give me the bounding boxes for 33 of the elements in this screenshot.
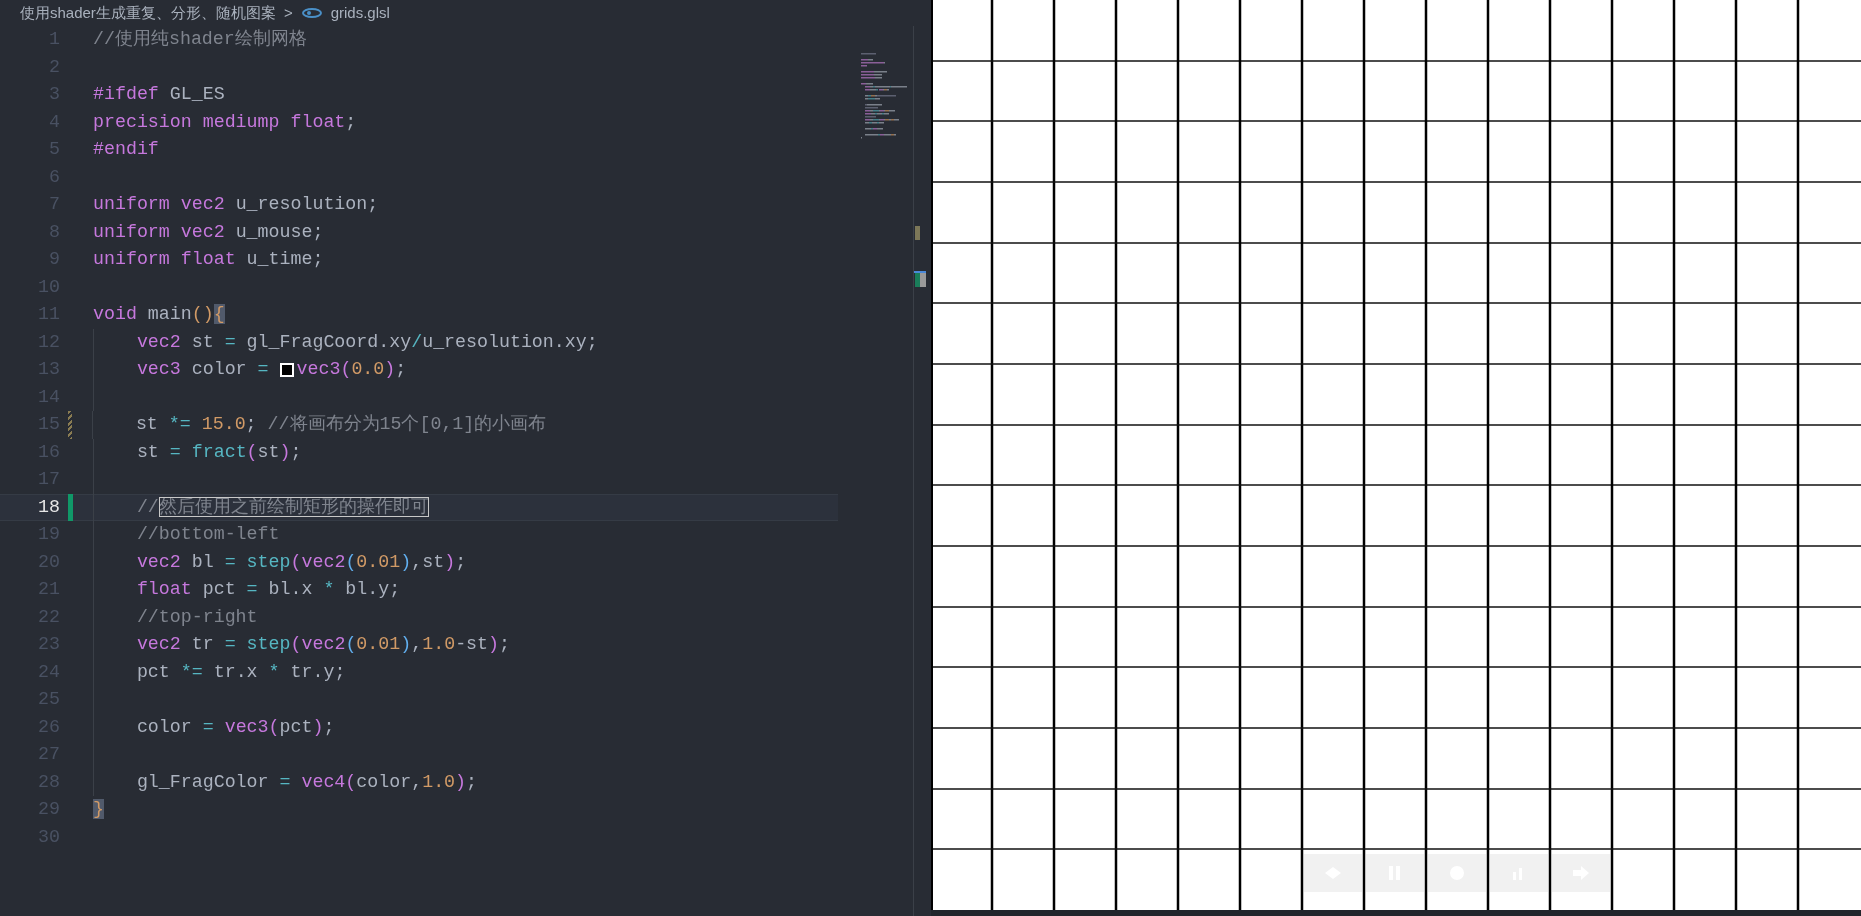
code-line: float pct = bl.x * bl.y; (136, 578, 401, 602)
code-line: //然后使用之前绘制矩形的操作即可 (136, 495, 429, 519)
code-line: vec3(0.0); (296, 358, 407, 382)
code-line: color = vec3(pct); (136, 715, 335, 739)
code-line: //bottom-left (136, 523, 280, 547)
code-line: uniform float u_time; (93, 248, 324, 272)
code-line: vec2 st = gl_FragCoord.xy/u_resolution.xy; (136, 330, 598, 354)
code-line: void main(){ (93, 303, 225, 327)
code-line: precision mediump float; (93, 110, 357, 134)
breadcrumb-file[interactable]: grids.glsl (300, 1, 390, 25)
code-line: #ifdef GL_ES (93, 83, 225, 107)
code-line: st *= 15.0; //将画布分为15个[0,1]的小画布 (135, 413, 547, 437)
pause-button[interactable] (1366, 854, 1424, 892)
code-line: uniform vec2 u_resolution; (93, 193, 379, 217)
breadcrumb-folder[interactable]: 使用shader生成重复、分形、随机图案 (20, 1, 276, 25)
code-line: vec2 bl = step(vec2(0.01),st); (136, 550, 467, 574)
code-line: //使用纯shader绘制网格 (93, 28, 307, 52)
rewind-button[interactable] (1304, 854, 1362, 892)
code-line: //top-right (136, 605, 258, 629)
file-icon (300, 7, 323, 19)
code-line: uniform vec2 u_mouse; (93, 220, 324, 244)
code-line: vec3 color = (136, 358, 270, 382)
code-line: #endif (93, 138, 159, 162)
code-line: pct *= tr.x * tr.y; (136, 660, 346, 684)
record-button[interactable] (1428, 854, 1486, 892)
breadcrumb-separator: > (283, 2, 293, 23)
bar-chart-button[interactable] (1490, 854, 1548, 892)
color-swatch-icon[interactable] (279, 362, 294, 377)
code-line: gl_FragColor = vec4(color,1.0); (136, 770, 478, 794)
code-line: st = fract(st); (136, 440, 302, 464)
code-line: vec2 tr = step(vec2(0.01),1.0-st); (136, 633, 511, 657)
line-number: 18 (37, 495, 60, 519)
forward-button[interactable] (1552, 854, 1610, 892)
